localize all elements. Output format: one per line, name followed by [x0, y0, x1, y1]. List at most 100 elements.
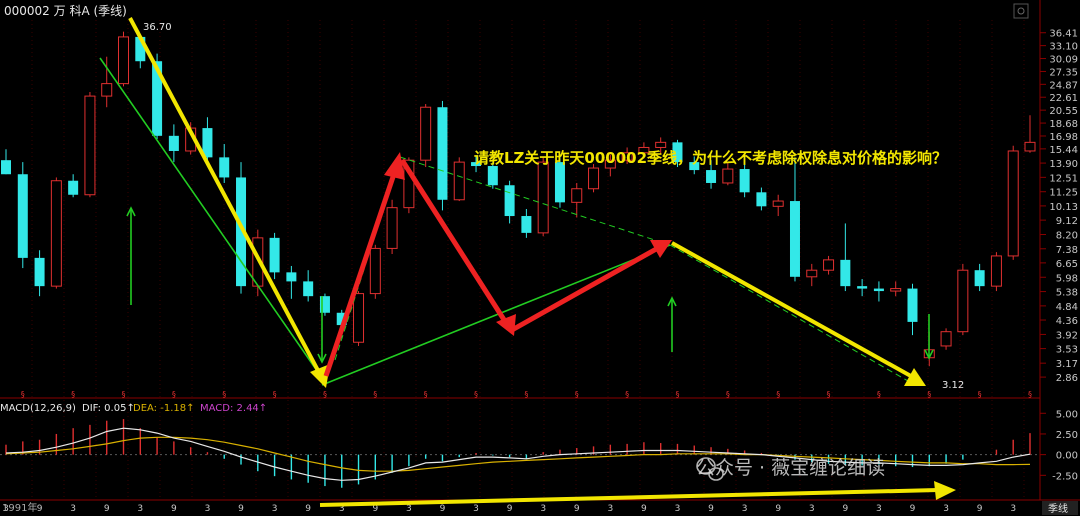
- candle-body: [50, 180, 62, 287]
- year-label: 1991年: [2, 501, 37, 514]
- candle: [269, 232, 280, 280]
- candle-body: [34, 257, 45, 287]
- dividend-marker: §: [877, 390, 881, 399]
- macd-name: MACD(12,26,9): [0, 403, 76, 414]
- candle: [437, 100, 448, 211]
- candle-body: [806, 269, 818, 278]
- candle-body: [420, 106, 432, 161]
- price-tick-label: 24.87: [1049, 80, 1078, 91]
- candle: [84, 91, 96, 198]
- candle-body: [706, 170, 717, 183]
- time-tick: 9: [37, 504, 43, 514]
- candle: [990, 252, 1002, 292]
- time-tick: 9: [440, 504, 446, 514]
- time-tick: 3: [70, 504, 76, 514]
- price-tick-label: 4.84: [1056, 302, 1078, 313]
- candle-body: [840, 259, 851, 287]
- candle-body: [303, 281, 314, 297]
- price-tick-label: 33.10: [1049, 42, 1078, 53]
- candle: [17, 162, 28, 269]
- candle-body: [386, 207, 398, 249]
- watermark-text: 公众号 · 薇宝缠论细读: [696, 457, 885, 479]
- candle-body: [974, 270, 985, 287]
- candle-body: [907, 288, 918, 322]
- candle-body: [823, 259, 835, 271]
- dividend-marker: §: [726, 390, 730, 399]
- dividend-marker: §: [373, 390, 377, 399]
- dividend-marker: §: [222, 390, 226, 399]
- price-tick-label: 3.53: [1056, 345, 1078, 356]
- candle-body: [1007, 150, 1019, 257]
- time-tick: 9: [238, 504, 244, 514]
- candle-body: [487, 166, 498, 186]
- price-tick-label: 36.41: [1049, 29, 1078, 40]
- candle-body: [168, 135, 179, 151]
- time-tick: 9: [977, 504, 983, 514]
- price-tick-label: 18.68: [1049, 119, 1078, 130]
- time-tick: 3: [540, 504, 546, 514]
- macd-tick-label: 0.00: [1056, 451, 1078, 462]
- macd-tick-label: 5.00: [1056, 409, 1078, 420]
- candle-body: [940, 331, 952, 347]
- candle-body: [655, 141, 667, 148]
- candle: [588, 164, 600, 193]
- price-tick-label: 5.98: [1056, 273, 1078, 284]
- candle-body: [857, 286, 868, 289]
- dividend-marker: §: [575, 390, 579, 399]
- time-tick: 9: [842, 504, 848, 514]
- time-tick: 3: [1010, 504, 1016, 514]
- price-tick-label: 13.90: [1049, 159, 1078, 170]
- candle: [386, 199, 398, 255]
- price-tick-label: 11.25: [1049, 188, 1078, 199]
- price-tick-label: 8.20: [1056, 231, 1078, 242]
- price-tick-label: 3.17: [1056, 359, 1078, 370]
- time-tick: 3: [406, 504, 412, 514]
- candle-body: [1, 160, 11, 175]
- candle-body: [68, 180, 79, 195]
- low-price-label: 3.12: [942, 380, 964, 391]
- price-tick-label: 5.38: [1056, 288, 1078, 299]
- time-tick: 3: [607, 504, 613, 514]
- time-tick: 9: [641, 504, 647, 514]
- dividend-marker: §: [122, 390, 126, 399]
- time-tick: 9: [574, 504, 580, 514]
- time-tick: 3: [943, 504, 949, 514]
- candle-body: [739, 169, 750, 193]
- time-tick: 3: [675, 504, 681, 514]
- time-tick: 9: [910, 504, 916, 514]
- candle-body: [437, 107, 448, 200]
- candle-body: [537, 161, 549, 234]
- candle: [537, 157, 549, 237]
- time-tick: 9: [775, 504, 781, 514]
- price-tick-label: 7.38: [1056, 245, 1078, 256]
- candle-body: [890, 288, 902, 292]
- candle-body: [789, 201, 800, 277]
- time-tick: 3: [742, 504, 748, 514]
- candle-body: [101, 83, 113, 97]
- high-price-label: 36.70: [143, 22, 172, 33]
- dividend-marker: §: [1028, 390, 1032, 399]
- candle-body: [957, 269, 969, 333]
- dividend-marker: §: [172, 390, 176, 399]
- candle: [420, 104, 432, 168]
- price-tick-label: 10.13: [1049, 202, 1078, 213]
- candle: [957, 263, 969, 336]
- stock-chart: 36.41 33.10 30.0927.35 24.87 22.61 20.55 18.68…: [0, 0, 1080, 516]
- dividend-marker: §: [424, 390, 428, 399]
- price-tick-label: 22.61: [1049, 93, 1078, 104]
- candle: [353, 291, 365, 346]
- candle-body: [353, 293, 365, 343]
- price-tick-label: 16.98: [1049, 132, 1078, 143]
- time-tick: 9: [171, 504, 177, 514]
- price-tick-label: 2.86: [1056, 373, 1078, 384]
- candle-body: [588, 167, 600, 190]
- candle-body: [756, 192, 767, 207]
- candle: [453, 157, 465, 202]
- dividend-marker: §: [474, 390, 478, 399]
- candle-body: [17, 174, 28, 258]
- candle-body: [369, 247, 381, 295]
- time-tick: 3: [809, 504, 815, 514]
- candle-body: [722, 168, 734, 184]
- dividend-marker: §: [978, 390, 982, 399]
- price-tick-label: 20.55: [1049, 106, 1078, 117]
